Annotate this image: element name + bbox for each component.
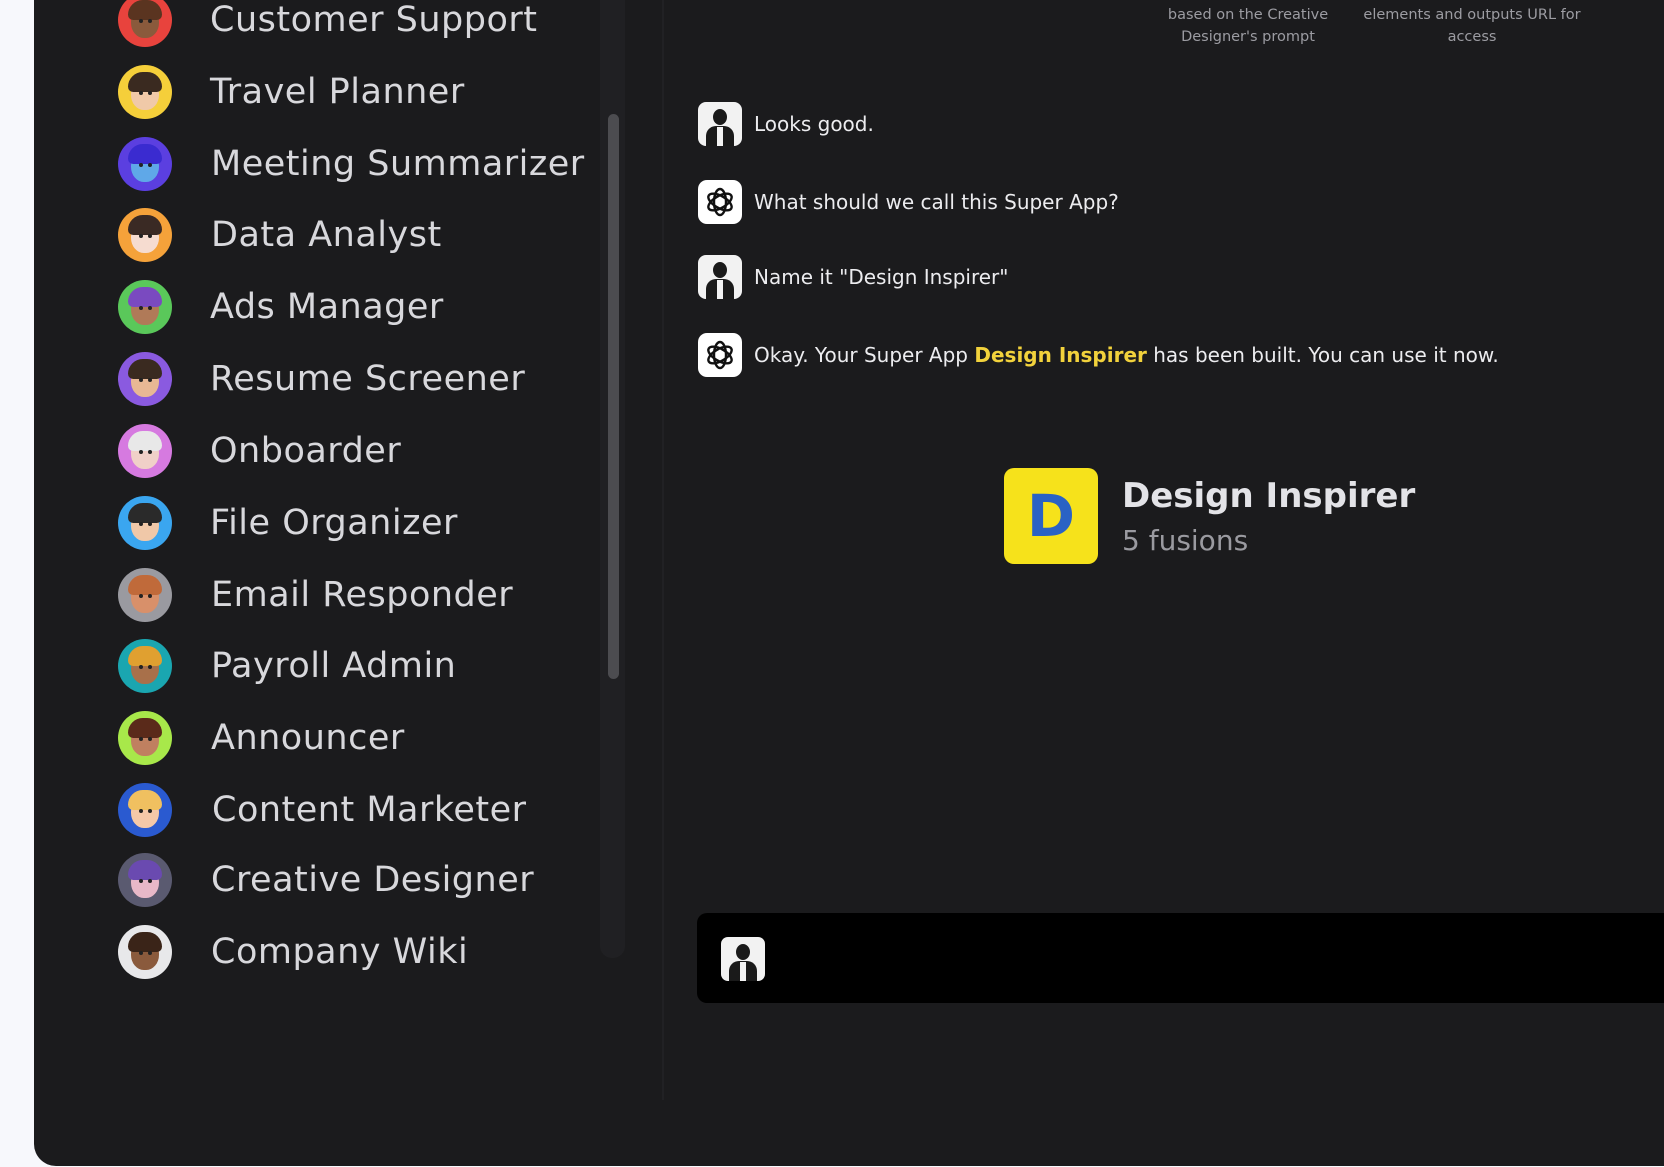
sidebar-agent-label: Customer Support — [210, 0, 538, 40]
chat-message-user: Name it "Design Inspirer" — [698, 254, 1008, 300]
message-text-before: Okay. Your Super App — [754, 343, 975, 367]
app-window: Customer Support Travel Planner Meeting Su… — [34, 0, 1664, 1166]
sidebar-agent-item[interactable]: Company Wiki — [118, 922, 598, 982]
message-text: Okay. Your Super App Design Inspirer has… — [754, 343, 1499, 367]
message-text: Looks good. — [754, 112, 874, 136]
sidebar-agent-label: Data Analyst — [211, 215, 442, 255]
sidebar-agent-label: Creative Designer — [211, 860, 535, 900]
agent-avatar-icon — [118, 0, 172, 47]
sidebar-agent-label: File Organizer — [210, 503, 458, 543]
agent-avatar-icon — [118, 711, 172, 765]
header-caption-2: elements and outputs URL for access — [1363, 7, 1581, 45]
agent-avatar-icon — [118, 496, 172, 550]
app-logo: D — [1004, 468, 1098, 564]
app-card-subtitle: 5 fusions — [1122, 523, 1249, 557]
sidebar-agent-label: Meeting Summarizer — [211, 144, 585, 184]
agent-avatar-icon — [118, 280, 172, 334]
user-avatar — [698, 102, 742, 146]
sidebar-agent-item[interactable]: Onboarder — [118, 421, 598, 481]
sidebar-agent-item[interactable]: Content Marketer — [118, 780, 598, 840]
chat-message-user: Looks good. — [698, 101, 874, 147]
sidebar-agent-item[interactable]: Email Responder — [118, 565, 598, 625]
chat-input-bar[interactable] — [697, 913, 1664, 1003]
sidebar-agent-item[interactable]: Resume Screener — [118, 349, 598, 409]
sidebar-agent-item[interactable]: Travel Planner — [118, 62, 598, 122]
agent-avatar-icon — [118, 424, 172, 478]
sidebar-agent-item[interactable]: Announcer — [118, 708, 598, 768]
chat-message-bot: What should we call this Super App? — [698, 179, 1119, 225]
message-text-after: has been built. You can use it now. — [1146, 343, 1499, 367]
agent-avatar-icon — [118, 639, 172, 693]
openai-logo-icon — [698, 180, 742, 224]
agent-avatar-icon — [118, 137, 172, 191]
panel-divider — [662, 0, 664, 1100]
sidebar-agent-label: Payroll Admin — [211, 646, 457, 686]
sidebar-scrollbar-thumb[interactable] — [608, 114, 619, 679]
agent-avatar-icon — [118, 568, 172, 622]
chat-message-bot: Okay. Your Super App Design Inspirer has… — [698, 332, 1499, 378]
user-avatar — [698, 255, 742, 299]
app-name-highlight[interactable]: Design Inspirer — [974, 343, 1147, 367]
sidebar-agent-label: Announcer — [211, 718, 405, 758]
sidebar-agent-item[interactable]: Ads Manager — [118, 277, 598, 337]
super-app-card[interactable]: D Design Inspirer 5 fusions — [1004, 468, 1415, 564]
sidebar-agent-item[interactable]: Meeting Summarizer — [118, 134, 598, 194]
agent-avatar-icon — [118, 65, 172, 119]
openai-logo-icon — [698, 333, 742, 377]
sidebar-agent-label: Resume Screener — [210, 359, 526, 399]
agent-avatar-icon — [118, 925, 172, 979]
agent-avatar-icon — [118, 352, 172, 406]
message-text: Name it "Design Inspirer" — [754, 265, 1009, 289]
sidebar-agent-label: Ads Manager — [210, 287, 444, 327]
agent-avatar-icon — [118, 853, 172, 907]
agent-avatar-icon — [118, 208, 172, 262]
sidebar-agent-label: Travel Planner — [210, 72, 465, 112]
agent-sidebar: Customer Support Travel Planner Meeting Su… — [34, 0, 670, 1166]
sidebar-agent-label: Company Wiki — [211, 932, 469, 972]
sidebar-agent-item[interactable]: Customer Support — [118, 0, 598, 50]
sidebar-agent-item[interactable]: Payroll Admin — [118, 636, 598, 696]
sidebar-agent-label: Email Responder — [211, 575, 514, 615]
header-caption-1: based on the Creative Designer's prompt — [1167, 7, 1329, 45]
app-card-title: Design Inspirer — [1122, 475, 1416, 516]
sidebar-agent-item[interactable]: File Organizer — [118, 493, 598, 553]
agent-avatar-icon — [118, 783, 172, 837]
sidebar-agent-label: Onboarder — [210, 431, 402, 471]
sidebar-agent-item[interactable]: Creative Designer — [118, 850, 598, 910]
message-text: What should we call this Super App? — [754, 190, 1119, 214]
sidebar-agent-item[interactable]: Data Analyst — [118, 205, 598, 265]
user-avatar — [721, 937, 765, 981]
sidebar-agent-label: Content Marketer — [212, 790, 527, 830]
